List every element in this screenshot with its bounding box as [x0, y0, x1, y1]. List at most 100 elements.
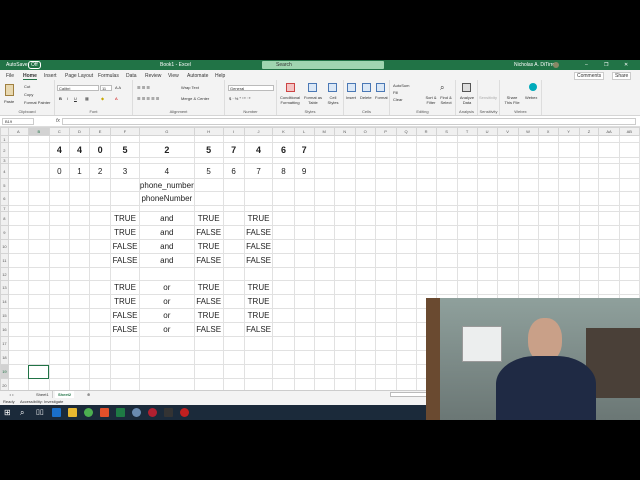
cell-b10[interactable] — [27, 239, 50, 254]
cell-h4[interactable]: 5 — [193, 163, 224, 179]
cell-m4[interactable] — [313, 163, 335, 179]
cell-d16[interactable] — [68, 322, 91, 337]
column-header[interactable]: Q — [395, 127, 417, 136]
cell-g17[interactable] — [138, 336, 195, 351]
formula-input[interactable] — [62, 118, 636, 125]
file-explorer-icon[interactable] — [68, 408, 77, 417]
cell-aa11[interactable] — [598, 253, 620, 268]
cell-m1[interactable] — [313, 135, 335, 143]
cell-p15[interactable] — [374, 308, 397, 323]
tab-view[interactable]: View — [168, 73, 179, 79]
tab-home[interactable]: Home — [23, 73, 37, 80]
column-header[interactable]: I — [222, 127, 245, 136]
paste-icon[interactable] — [5, 84, 14, 96]
row-header[interactable]: 20 — [0, 378, 9, 390]
column-header[interactable]: AB — [618, 127, 640, 136]
row-header[interactable]: 6 — [0, 191, 9, 206]
cell-ab13[interactable] — [618, 280, 640, 295]
cell-k9[interactable] — [272, 225, 295, 240]
cell-n20[interactable] — [333, 378, 356, 390]
column-header[interactable]: E — [89, 127, 112, 136]
cell-n9[interactable] — [333, 225, 356, 240]
fill-button[interactable]: Fill — [393, 90, 398, 95]
cell-l2[interactable]: 7 — [293, 142, 315, 158]
cell-m9[interactable] — [313, 225, 335, 240]
cell-l15[interactable] — [293, 308, 315, 323]
cell-l4[interactable]: 9 — [293, 163, 315, 179]
cell-p12[interactable] — [374, 267, 397, 281]
cell-q16[interactable] — [395, 322, 417, 337]
cell-d13[interactable] — [68, 280, 91, 295]
cell-aa5[interactable] — [598, 178, 620, 192]
app-icon[interactable] — [148, 408, 157, 417]
paste-button[interactable]: Paste — [4, 99, 14, 104]
cell-c20[interactable] — [48, 378, 70, 390]
cell-h1[interactable] — [193, 135, 224, 143]
column-header[interactable]: M — [313, 127, 335, 136]
cell-x9[interactable] — [537, 225, 559, 240]
cell-l11[interactable] — [293, 253, 315, 268]
cell-y4[interactable] — [557, 163, 580, 179]
cell-b4[interactable] — [27, 163, 50, 179]
cell-r1[interactable] — [415, 135, 437, 143]
cell-c8[interactable] — [48, 211, 70, 226]
cell-y13[interactable] — [557, 280, 580, 295]
cell-e8[interactable] — [89, 211, 112, 226]
column-header[interactable]: G — [138, 127, 195, 136]
cell-b16[interactable] — [27, 322, 50, 337]
column-header[interactable]: AA — [598, 127, 620, 136]
cell-n14[interactable] — [333, 294, 356, 309]
cell-f8[interactable]: TRUE — [110, 211, 140, 226]
cell-g15[interactable]: or — [138, 308, 195, 323]
cell-x2[interactable] — [537, 142, 559, 158]
cell-u6[interactable] — [476, 191, 498, 206]
delete-button[interactable]: Delete — [360, 95, 372, 100]
cell-i19[interactable] — [222, 364, 245, 379]
cell-f14[interactable]: TRUE — [110, 294, 140, 309]
conditional-formatting-button[interactable]: Conditional Formatting — [280, 95, 300, 105]
cell-styles-button[interactable]: Cell Styles — [325, 95, 341, 105]
cell-g5[interactable]: phone_number — [138, 178, 195, 192]
cell-e16[interactable] — [89, 322, 112, 337]
cell-a17[interactable] — [7, 336, 29, 351]
cell-o20[interactable] — [354, 378, 376, 390]
cell-c13[interactable] — [48, 280, 70, 295]
cell-i13[interactable] — [222, 280, 245, 295]
find-select-button[interactable]: Find & Select — [439, 95, 453, 105]
column-header[interactable]: P — [374, 127, 397, 136]
cell-e19[interactable] — [89, 364, 112, 379]
sensitivity-button[interactable]: Sensitivity — [479, 95, 497, 100]
cell-o15[interactable] — [354, 308, 376, 323]
cell-o8[interactable] — [354, 211, 376, 226]
column-header[interactable]: K — [272, 127, 295, 136]
cell-ab12[interactable] — [618, 267, 640, 281]
cell-p18[interactable] — [374, 350, 397, 365]
cell-t1[interactable] — [456, 135, 478, 143]
cell-h15[interactable]: TRUE — [193, 308, 224, 323]
cell-x5[interactable] — [537, 178, 559, 192]
cell-f1[interactable] — [110, 135, 140, 143]
cell-u1[interactable] — [476, 135, 498, 143]
cell-v5[interactable] — [496, 178, 519, 192]
cell-h11[interactable]: FALSE — [193, 253, 224, 268]
cell-m8[interactable] — [313, 211, 335, 226]
cell-n13[interactable] — [333, 280, 356, 295]
cell-k6[interactable] — [272, 191, 295, 206]
cell-f6[interactable] — [110, 191, 140, 206]
cell-p2[interactable] — [374, 142, 397, 158]
cell-g9[interactable]: and — [138, 225, 195, 240]
cell-m6[interactable] — [313, 191, 335, 206]
cell-d11[interactable] — [68, 253, 91, 268]
cell-e15[interactable] — [89, 308, 112, 323]
cell-j17[interactable] — [243, 336, 274, 351]
underline-icon[interactable]: U — [74, 96, 77, 101]
cell-a6[interactable] — [7, 191, 29, 206]
cell-d1[interactable] — [68, 135, 91, 143]
cell-s10[interactable] — [435, 239, 458, 254]
cell-e13[interactable] — [89, 280, 112, 295]
close-icon[interactable]: ✕ — [624, 62, 628, 68]
cell-q9[interactable] — [395, 225, 417, 240]
cell-w2[interactable] — [517, 142, 539, 158]
cell-ab1[interactable] — [618, 135, 640, 143]
cell-c12[interactable] — [48, 267, 70, 281]
